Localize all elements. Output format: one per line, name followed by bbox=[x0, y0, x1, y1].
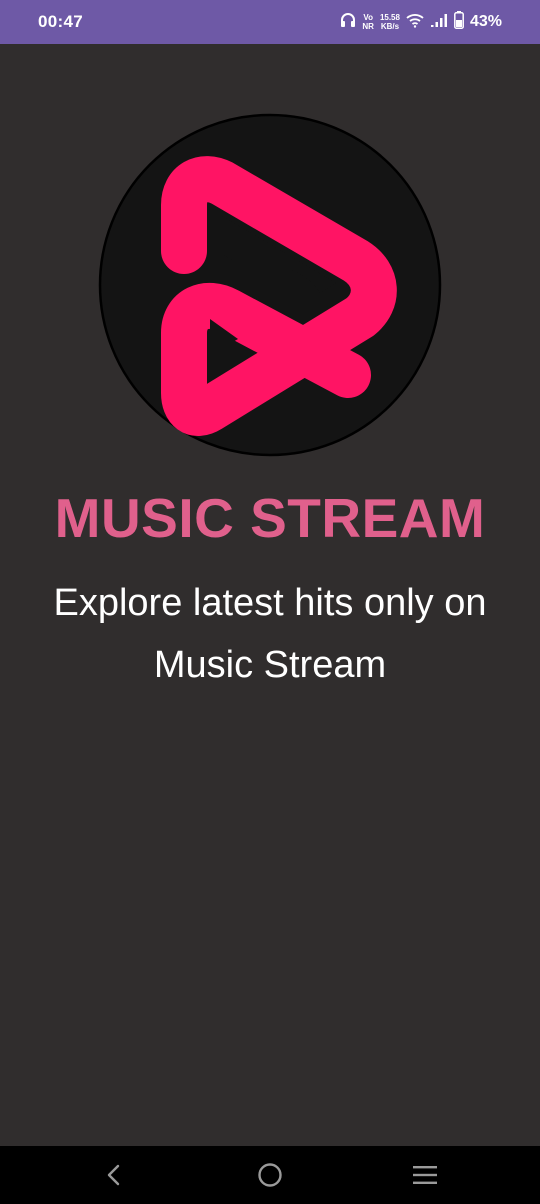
battery-percent: 43% bbox=[469, 13, 502, 30]
app-logo bbox=[98, 113, 442, 457]
back-icon bbox=[107, 1164, 120, 1186]
network-type-bottom: NR bbox=[362, 22, 374, 31]
battery-icon bbox=[454, 10, 464, 34]
navigation-bar bbox=[0, 1146, 540, 1204]
network-type: Vo NR bbox=[362, 13, 374, 31]
headphones-icon bbox=[340, 12, 356, 33]
network-speed-unit: KB/s bbox=[380, 22, 400, 31]
network-type-top: Vo bbox=[363, 13, 373, 22]
wifi-icon bbox=[406, 12, 424, 33]
splash-screen: 00:47 Vo NR 15.58 KB/s 43% MUSIC STREAM … bbox=[0, 0, 540, 1204]
back-button[interactable] bbox=[99, 1160, 129, 1190]
network-speed-value: 15.58 bbox=[379, 13, 400, 22]
home-icon bbox=[258, 1163, 282, 1187]
status-bar: 00:47 Vo NR 15.58 KB/s 43% bbox=[0, 0, 540, 44]
app-title: MUSIC STREAM bbox=[54, 487, 486, 549]
recents-button[interactable] bbox=[410, 1160, 440, 1190]
network-speed: 15.58 KB/s bbox=[380, 13, 400, 31]
home-button[interactable] bbox=[255, 1160, 285, 1190]
status-time: 00:47 bbox=[38, 12, 83, 31]
app-tagline: Explore latest hits only on Music Stream bbox=[53, 582, 487, 686]
signal-icon bbox=[430, 12, 448, 33]
recents-menu-icon bbox=[413, 1166, 437, 1184]
status-icons: Vo NR 15.58 KB/s 43% bbox=[340, 10, 502, 34]
